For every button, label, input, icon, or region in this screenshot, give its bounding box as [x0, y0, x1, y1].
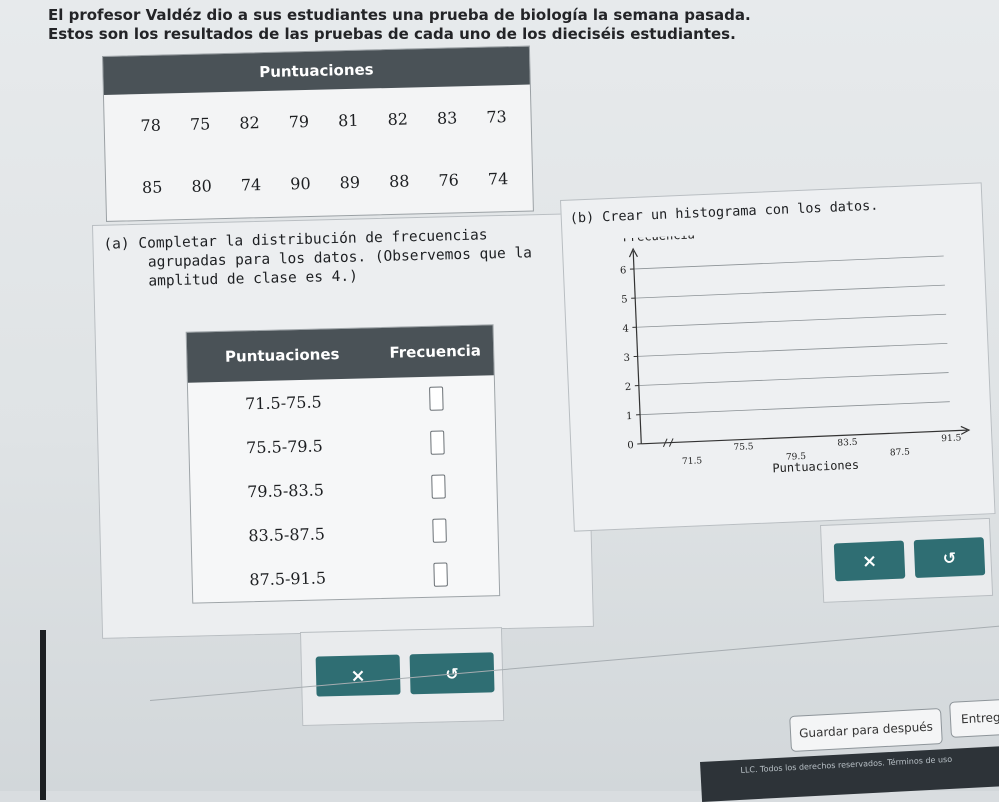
screen: El profesor Valdéz dio a sus estudiantes…: [0, 0, 999, 791]
x-tick-label: 87.5: [890, 448, 911, 459]
frequency-table-header: Puntuaciones Frecuencia: [187, 325, 494, 382]
part-b-panel: (b) Crear un histograma con los datos. 0…: [560, 182, 996, 531]
frequency-input[interactable]: [429, 386, 444, 410]
x-axis: [641, 430, 967, 444]
part-b-buttons: × ↺: [834, 537, 985, 581]
problem-intro: El profesor Valdéz dio a sus estudiantes…: [48, 6, 968, 44]
frequency-row: 71.5-75.5: [188, 375, 495, 426]
score-cell: 79: [279, 111, 319, 131]
score-cell: 88: [379, 171, 419, 191]
part-a-instructions: (a) Completar la distribución de frecuen…: [103, 225, 544, 293]
class-interval: 83.5-87.5: [191, 523, 381, 547]
gridline: [638, 343, 948, 356]
scores-row-2: 85 80 74 90 89 88 76 74: [105, 147, 532, 219]
close-icon: ×: [862, 550, 878, 572]
col-header-frequency: Frecuencia: [377, 341, 493, 362]
scores-table: Puntuaciones 78 75 82 79 81 82 83 73 85 …: [102, 46, 534, 222]
gridline: [636, 314, 946, 327]
class-interval: 75.5-79.5: [189, 435, 379, 459]
intro-line-2: Estos son los resultados de las pruebas …: [48, 25, 968, 44]
score-cell: 85: [132, 177, 172, 197]
frequency-table: Puntuaciones Frecuencia 71.5-75.5 75.5-7…: [186, 324, 501, 603]
score-cell: 82: [229, 112, 269, 132]
undo-icon: ↺: [942, 548, 956, 568]
y-tick-label: 2: [625, 382, 632, 393]
y-tick-label: 0: [627, 440, 634, 451]
class-interval: 87.5-91.5: [192, 567, 382, 591]
part-b-button-area: × ↺: [820, 518, 993, 603]
y-tick-label: 1: [626, 411, 633, 422]
frequency-row: 75.5-79.5: [189, 419, 496, 470]
score-cell: 89: [330, 172, 370, 192]
y-tick-label: 3: [623, 353, 630, 364]
gridline: [639, 373, 949, 386]
clear-button[interactable]: ×: [834, 541, 906, 582]
undo-button[interactable]: ↺: [914, 537, 986, 578]
part-a-button-area: × ↺: [300, 627, 504, 726]
x-tick-label: 71.5: [682, 456, 703, 467]
gridline: [635, 285, 945, 298]
class-interval: 71.5-75.5: [188, 391, 378, 415]
score-cell: 81: [328, 110, 368, 130]
x-tick-label: 83.5: [837, 438, 858, 449]
save-for-later-button[interactable]: Guardar para después: [789, 708, 943, 752]
frequency-input[interactable]: [432, 518, 447, 542]
frequency-row: 79.5-83.5: [190, 463, 497, 514]
frequency-input[interactable]: [430, 430, 445, 454]
gridline: [634, 256, 944, 269]
score-cell: 82: [378, 109, 418, 129]
score-cell: 73: [476, 106, 516, 126]
y-tick-label: 6: [620, 265, 627, 276]
footer-bar: LLC. Todos los derechos reservados. Térm…: [700, 745, 999, 802]
frequency-row: 87.5-91.5: [192, 551, 499, 602]
y-tick-label: 5: [621, 294, 628, 305]
gridline: [640, 402, 950, 415]
intro-line-1: El profesor Valdéz dio a sus estudiantes…: [48, 6, 968, 25]
score-cell: 80: [181, 176, 221, 196]
score-cell: 74: [478, 168, 518, 188]
frequency-input[interactable]: [433, 562, 448, 586]
col-header-scores: Puntuaciones: [187, 344, 377, 367]
footer-text: LLC. Todos los derechos reservados. Térm…: [740, 755, 952, 775]
scores-row-1: 78 75 82 79 81 82 83 73: [104, 85, 531, 157]
frequency-input[interactable]: [431, 474, 446, 498]
score-cell: 74: [231, 174, 271, 194]
y-axis-label: Frecuencia: [622, 227, 695, 244]
divider: [150, 625, 999, 701]
y-tick-label: 4: [622, 324, 629, 335]
score-cell: 75: [180, 114, 220, 134]
x-axis-label: Puntuaciones: [772, 458, 859, 476]
score-cell: 83: [427, 108, 467, 128]
frequency-row: 83.5-87.5: [191, 507, 498, 558]
part-a-buttons: × ↺: [316, 652, 495, 696]
score-cell: 76: [428, 170, 468, 190]
clear-button[interactable]: ×: [316, 655, 401, 697]
x-tick-label: 91.5: [941, 433, 962, 444]
part-a-panel: (a) Completar la distribución de frecuen…: [92, 213, 594, 639]
class-interval: 79.5-83.5: [190, 479, 380, 503]
score-cell: 90: [280, 173, 320, 193]
screen-edge: [40, 630, 46, 800]
x-tick-label: 75.5: [733, 442, 754, 453]
score-cell: 78: [130, 115, 170, 135]
submit-button[interactable]: Entrega: [949, 698, 999, 738]
part-b-instructions: (b) Crear un histograma con los datos.: [569, 198, 878, 227]
histogram-chart[interactable]: 012345671.575.579.583.587.591.5Frecuenci…: [593, 224, 973, 489]
